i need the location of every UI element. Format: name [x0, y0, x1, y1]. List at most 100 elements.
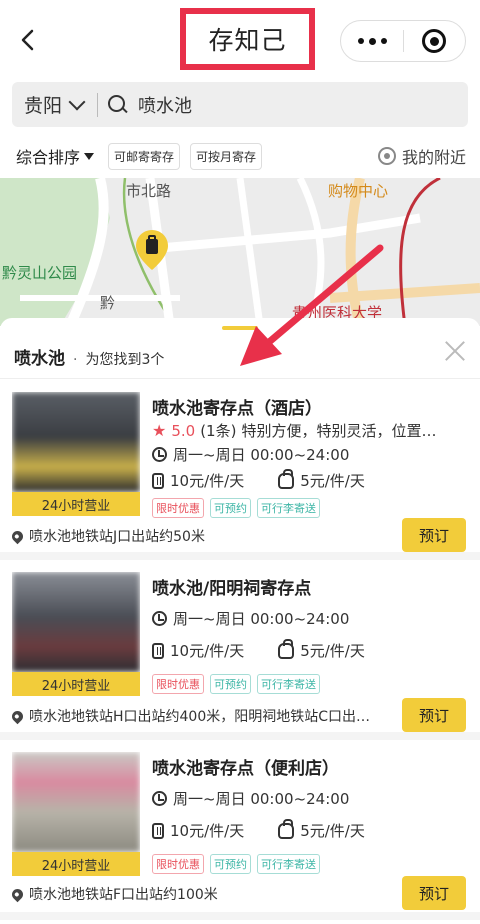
target-icon [422, 29, 447, 53]
backpack-icon [278, 468, 295, 489]
clock-icon [152, 447, 167, 462]
suitcase-icon [152, 642, 164, 659]
nearby-label: 我的附近 [401, 148, 466, 167]
store-card[interactable]: 24小时营业 喷水池寄存点（酒店） ★ 5.0 (1条) 特别方便，特别灵活，位… [0, 380, 480, 560]
address-row: 喷水池地铁站F口出站约100米 [12, 884, 382, 904]
close-icon[interactable] [444, 340, 466, 362]
tag-limited-offer: 限时优惠 [152, 498, 204, 518]
chevron-down-icon [68, 93, 86, 110]
rating-row: ★ 5.0 (1条) 特别方便，特别灵活，位置… [152, 420, 462, 441]
price-bag: 5元/件/天 [300, 642, 365, 660]
address-text: 喷水池地铁站F口出站约100米 [29, 887, 218, 903]
city-selector[interactable]: 贵阳 [12, 91, 86, 118]
search-icon [108, 94, 128, 115]
map-view[interactable]: 市北路 购物中心 黔灵山公园 黔 贵州医科大学 [0, 178, 480, 326]
tag-reservable: 可预约 [210, 498, 251, 518]
hours-badge: 24小时营业 [12, 852, 140, 876]
price-row: 10元/件/天 5元/件/天 [152, 638, 365, 661]
address-row: 喷水池地铁站J口出站约50米 [12, 526, 382, 546]
book-button[interactable]: 预订 [402, 698, 466, 732]
page-title: 存知己 [208, 26, 287, 55]
store-card[interactable]: 24小时营业 喷水池寄存点（便利店） 周一~周日 00:00~24:00 10元… [0, 740, 480, 920]
store-photo: 24小时营业 [12, 392, 140, 516]
results-location: 喷水池 [14, 349, 65, 369]
search-divider [97, 92, 99, 117]
suitcase-icon [152, 822, 164, 839]
price-bag: 5元/件/天 [300, 822, 365, 840]
sort-label: 综合排序 [16, 148, 81, 167]
clock-icon [152, 791, 167, 806]
feature-tags: 限时优惠 可预约 可行李寄送 [152, 498, 320, 518]
feature-tags: 限时优惠 可预约 可行李寄送 [152, 854, 320, 874]
store-photo: 24小时营业 [12, 572, 140, 696]
store-card[interactable]: 24小时营业 喷水池/阳明祠寄存点 周一~周日 00:00~24:00 10元/… [0, 560, 480, 740]
feature-tags: 限时优惠 可预约 可行李寄送 [152, 674, 320, 694]
location-pin-icon [12, 708, 26, 724]
map-label-road: 市北路 [126, 182, 172, 200]
rating-count: (1条) [200, 422, 237, 440]
tag-limited-offer: 限时优惠 [152, 854, 204, 874]
map-label-mall: 购物中心 [328, 182, 389, 200]
backpack-icon [278, 638, 295, 659]
separator-dot: · [73, 352, 78, 368]
map-roads [0, 178, 480, 326]
hours-text: 周一~周日 00:00~24:00 [173, 610, 350, 628]
tag-luggage-delivery: 可行李寄送 [257, 498, 320, 518]
filter-bar: 综合排序 可邮寄寄存 可按月寄存 我的附近 [0, 134, 480, 178]
address-text: 喷水池地铁站H口出站约400米，阳明祠地铁站C口出… [29, 709, 371, 725]
address-row: 喷水池地铁站H口出站约400米，阳明祠地铁站C口出… [12, 706, 382, 726]
hours-badge: 24小时营业 [12, 672, 140, 696]
backpack-icon [278, 818, 295, 839]
nav-bar: 存知己 [0, 0, 480, 80]
nearby-button[interactable]: 我的附近 [377, 144, 466, 168]
clock-icon [152, 611, 167, 626]
rating-score: 5.0 [171, 421, 196, 440]
tag-limited-offer: 限时优惠 [152, 674, 204, 694]
store-photo: 24小时营业 [12, 752, 140, 876]
price-row: 10元/件/天 5元/件/天 [152, 818, 365, 841]
page-title-highlight: 存知己 [180, 8, 315, 70]
hours-row: 周一~周日 00:00~24:00 [152, 444, 349, 465]
hours-row: 周一~周日 00:00~24:00 [152, 788, 349, 809]
close-miniprogram-button[interactable] [404, 21, 465, 61]
book-button[interactable]: 预订 [402, 518, 466, 552]
suitcase-icon [152, 472, 164, 489]
store-name: 喷水池寄存点（便利店） [152, 759, 339, 779]
search-input[interactable]: 喷水池 [138, 92, 192, 118]
results-count: 为您找到3个 [85, 352, 165, 368]
back-icon[interactable] [14, 26, 42, 54]
price-suitcase: 10元/件/天 [170, 642, 245, 660]
tag-reservable: 可预约 [210, 854, 251, 874]
miniprogram-capsule [340, 20, 466, 62]
results-panel: 喷水池 · 为您找到3个 24小时营业 喷水池寄存点（酒店） ★ 5.0 (1条… [0, 318, 480, 924]
tag-luggage-delivery: 可行李寄送 [257, 854, 320, 874]
price-row: 10元/件/天 5元/件/天 [152, 468, 365, 491]
hours-text: 周一~周日 00:00~24:00 [173, 446, 350, 464]
results-header: 喷水池 · 为您找到3个 [14, 344, 164, 369]
price-suitcase: 10元/件/天 [170, 472, 245, 490]
sort-dropdown[interactable]: 综合排序 [16, 144, 95, 168]
map-label-park: 黔灵山公园 [2, 264, 78, 282]
location-pin-icon [12, 528, 26, 544]
filter-mail-storage[interactable]: 可邮寄寄存 [108, 142, 181, 170]
map-label-road2: 黔 [100, 294, 116, 312]
star-icon: ★ [152, 421, 167, 440]
more-icon[interactable] [341, 21, 403, 61]
address-text: 喷水池地铁站J口出站约50米 [29, 529, 205, 545]
storage-pin-icon[interactable] [136, 230, 168, 270]
hours-text: 周一~周日 00:00~24:00 [173, 790, 350, 808]
drag-handle[interactable] [222, 326, 258, 330]
price-bag: 5元/件/天 [300, 472, 365, 490]
city-label: 贵阳 [24, 95, 63, 117]
store-name: 喷水池/阳明祠寄存点 [152, 579, 312, 599]
tag-reservable: 可预约 [210, 674, 251, 694]
review-snippet: 特别方便，特别灵活，位置… [241, 422, 437, 440]
search-bar: 贵阳 喷水池 [12, 82, 468, 127]
store-name: 喷水池寄存点（酒店） [152, 399, 322, 419]
tag-luggage-delivery: 可行李寄送 [257, 674, 320, 694]
filter-monthly-storage[interactable]: 可按月寄存 [190, 142, 263, 170]
location-pin-icon [12, 886, 26, 902]
hours-row: 周一~周日 00:00~24:00 [152, 608, 349, 629]
book-button[interactable]: 预订 [402, 876, 466, 910]
hours-badge: 24小时营业 [12, 492, 140, 516]
